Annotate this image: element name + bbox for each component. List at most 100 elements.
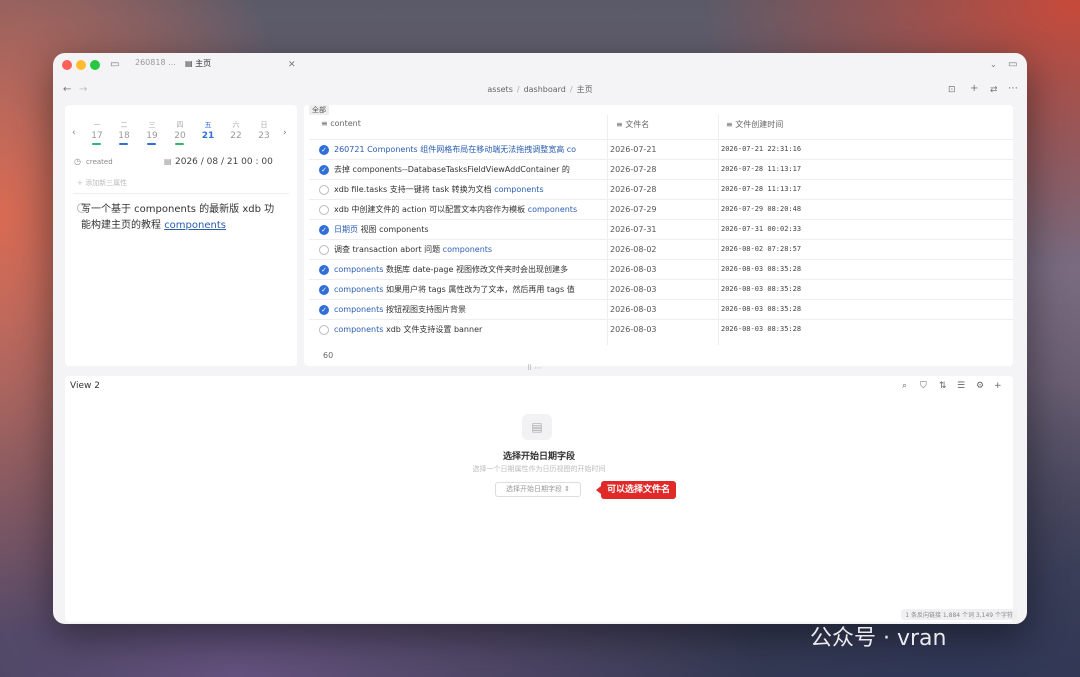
view2-panel: View 2 ⌕ ⛉ ⇅ ☰ ⚙ + ▤ 选择开始日期字段 选择一个日期属性作为… [65,376,1013,622]
close-tab-icon[interactable]: ✕ [288,59,296,71]
weekday-label: 五 [204,121,212,129]
chevron-down-icon[interactable]: ⌄ [990,59,997,71]
watermark: 公众号 · vran [810,626,947,651]
filename-cell[interactable]: 2026-08-03 [610,305,657,314]
breadcrumb-assets[interactable]: assets [487,85,512,94]
filename-cell[interactable]: 2026-08-03 [610,285,657,294]
task-link[interactable]: components [334,305,383,314]
table-row[interactable]: ✓ 日期页 视图 components 2026-07-31 2026-07-31 0… [309,219,1013,239]
task-link[interactable]: components [528,205,577,214]
filename-cell[interactable]: 2026-07-28 [610,165,657,174]
zoom-window-button[interactable] [90,60,100,70]
task-link[interactable]: components [494,185,543,194]
breadcrumb-dashboard[interactable]: dashboard [524,85,566,94]
created-time-cell: 2026-07-21 22:31:16 [721,145,802,153]
date-value[interactable]: 2026 / 08 / 21 00 : 00 [175,157,273,167]
add-property-button[interactable]: + 添加新三属性 [77,178,127,188]
task-checkbox[interactable]: ✓ [319,144,329,155]
table-row[interactable]: ✓ 260721 Components 组件网格布局在移动端无法拖拽调整宽高 co… [309,139,1013,159]
task-link[interactable]: components [334,285,383,294]
filename-cell[interactable]: 2026-08-03 [610,265,657,274]
right-sidebar-icon[interactable]: ▭ [1008,59,1017,71]
resize-handle-icon[interactable]: ⠿ ⋯ [527,364,541,372]
start-date-field-select[interactable]: 选择开始日期字段 ⇕ [495,482,581,497]
weekday-label: 二 [120,121,128,129]
task-link[interactable]: components [334,325,383,334]
task-text: 如果用户将 tags 属性改为了文本，然后再用 tags 值 [383,285,575,294]
table-row[interactable]: ✓ 去掉 components--DatabaseTasksFieldViewAd… [309,159,1013,179]
content-cell: ✓ 260721 Components 组件网格布局在移动端无法拖拽调整宽高 co [319,144,591,155]
table-row[interactable]: 调查 transaction abort 问题 components 2026-0… [309,239,1013,259]
breadcrumb-home[interactable]: 主页 [577,85,593,94]
table-row[interactable]: components xdb 文件支持设置 banner 2026-08-03 20… [309,319,1013,339]
filename-cell[interactable]: 2026-07-28 [610,185,657,194]
lock-icon[interactable]: ⊡ [948,84,956,96]
task-link[interactable]: components [334,265,383,274]
calendar-day[interactable]: 19 [144,131,160,141]
table-row[interactable]: xdb 中创建文件的 action 可以配置文本内容作为模板 component… [309,199,1013,219]
calendar-day[interactable]: 23 [256,131,272,141]
breadcrumb: assets / dashboard / 主页 [487,85,593,94]
more-icon[interactable]: ⋯ [1008,83,1018,95]
search-icon[interactable]: ⌕ [902,381,907,391]
created-time-cell: 2026-07-28 11:13:17 [721,165,802,173]
list-icon[interactable]: ☰ [957,381,965,391]
task-checkbox[interactable]: ✓ [319,224,329,235]
table-row[interactable]: ✓ components 按钮视图支持图片背景 2026-08-03 2026-08-… [309,299,1013,319]
settings-icon[interactable]: ⇄ [990,84,998,96]
created-time-cell: 2026-08-02 07:28:57 [721,245,802,253]
task-checkbox[interactable] [319,324,329,335]
content-cell: components xdb 文件支持设置 banner [319,324,591,335]
calendar-day[interactable]: 18 [116,131,132,141]
content-column-header[interactable]: ≡ content [321,119,361,128]
table-tag[interactable]: 全部 [309,105,329,115]
calendar-day[interactable]: 22 [228,131,244,141]
task-link[interactable]: 日期页 [334,225,358,234]
day-marker [147,143,156,145]
created-time-cell: 2026-08-03 08:35:28 [721,265,802,273]
task-link[interactable]: components [164,220,226,231]
minimize-window-button[interactable] [76,60,86,70]
created-time-column-header[interactable]: ≡ 文件创建时间 [726,119,783,130]
weekday-label: 六 [232,121,240,129]
task-checkbox[interactable] [319,184,329,195]
calendar-day[interactable]: 20 [172,131,188,141]
calendar-day[interactable]: 17 [89,131,105,141]
content-cell: xdb 中创建文件的 action 可以配置文本内容作为模板 component… [319,204,591,215]
sort-icon[interactable]: ⇅ [939,381,947,391]
task-checkbox[interactable] [319,244,329,255]
weekday-label: 三 [148,121,156,129]
task-checkbox[interactable]: ✓ [319,264,329,275]
next-week-icon[interactable]: › [283,127,287,139]
close-window-button[interactable] [62,60,72,70]
task-checkbox[interactable]: ✓ [319,284,329,295]
filename-column-header[interactable]: ≡ 文件名 [616,119,649,130]
content-cell: xdb file.tasks 支持一键将 task 转换为文档 componen… [319,184,591,195]
tab-previous[interactable]: 260818 ... [135,58,176,67]
tab-home[interactable]: ▤ 主页 [185,58,211,69]
table-row[interactable]: xdb file.tasks 支持一键将 task 转换为文档 componen… [309,179,1013,199]
task-checkbox[interactable] [319,204,329,215]
plus-icon[interactable]: + [994,381,1002,391]
filename-cell[interactable]: 2026-08-02 [610,245,657,254]
filename-cell[interactable]: 2026-07-31 [610,225,657,234]
gear-icon[interactable]: ⚙ [976,381,984,391]
calendar-day-selected[interactable]: 21 [200,131,216,141]
filename-cell[interactable]: 2026-08-03 [610,325,657,334]
empty-state-description: 选择一个日期属性作为日历视图的开始时间 [472,465,606,473]
table-row[interactable]: ✓ components 如果用户将 tags 属性改为了文本，然后再用 tags… [309,279,1013,299]
prev-week-icon[interactable]: ‹ [72,127,76,139]
filter-icon[interactable]: ⛉ [920,381,927,391]
task-checkbox[interactable]: ✓ [319,304,329,315]
filename-cell[interactable]: 2026-07-29 [610,205,657,214]
sidebar-toggle-icon[interactable]: ▭ [110,59,119,71]
task-checkbox[interactable]: ✓ [319,164,329,175]
filename-cell[interactable]: 2026-07-21 [610,145,657,154]
task-link[interactable]: components [443,245,492,254]
content-cell: 调查 transaction abort 问题 components [319,244,591,255]
table-row[interactable]: ✓ components 数据库 date-page 视图修改文件夹时会出现创建多… [309,259,1013,279]
plus-icon[interactable]: + [970,83,978,95]
task-text: xdb file.tasks 支持一键将 task 转换为文档 [334,185,495,194]
task-link[interactable]: 260721 Components 组件网格布局在移动端无法拖拽调整宽高 co [334,145,576,154]
task-text: xdb 中创建文件的 action 可以配置文本内容作为模板 [334,205,528,214]
